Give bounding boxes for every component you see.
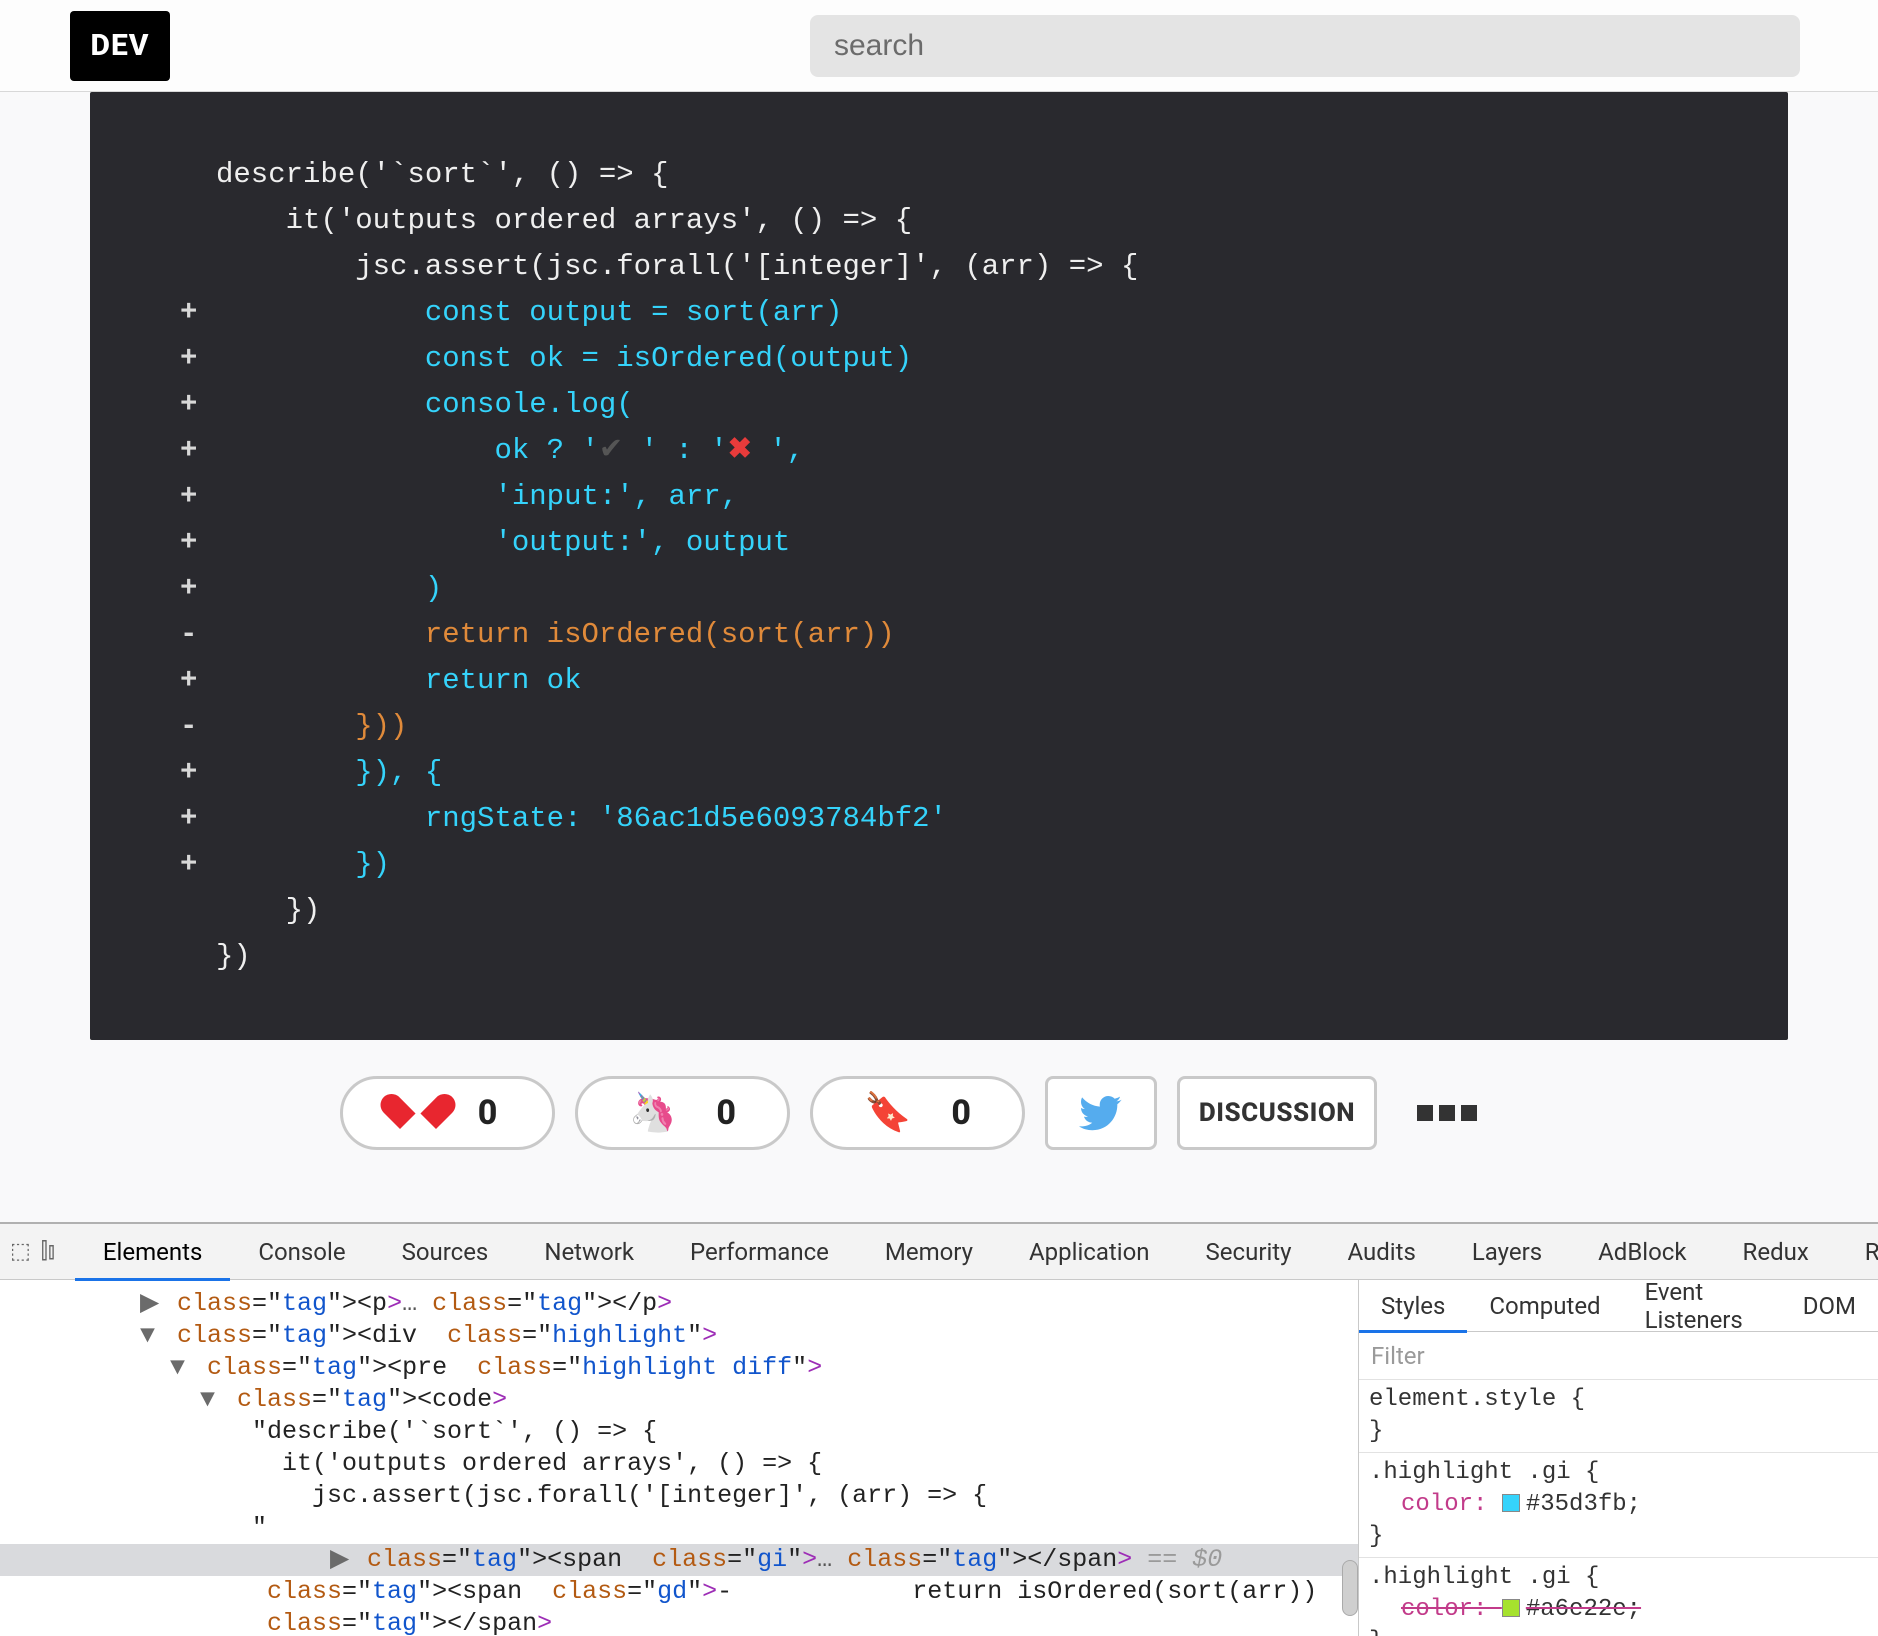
unicorn-count: 0 <box>716 1093 736 1133</box>
elements-node[interactable]: "describe('`sort`', () => { <box>140 1416 1358 1448</box>
search-input[interactable] <box>810 15 1800 77</box>
styles-subtab-computed[interactable]: Computed <box>1467 1280 1622 1332</box>
code-line: + return ok <box>180 658 1708 704</box>
code-line: + ok ? '✔ ' : '✖ ', <box>180 428 1708 474</box>
inspect-element-icon[interactable]: ⬚ <box>10 1239 31 1264</box>
bookmark-reaction-button[interactable]: 🔖 0 <box>810 1076 1025 1150</box>
devtools-tab-performance[interactable]: Performance <box>662 1224 857 1280</box>
devtools-tab-sources[interactable]: Sources <box>374 1224 517 1280</box>
code-line: }) <box>180 888 1708 934</box>
code-line: - })) <box>180 704 1708 750</box>
devtools-panel: ⬚ ⫿⫾ ElementsConsoleSourcesNetworkPerfor… <box>0 1222 1878 1636</box>
devtools-tab-console[interactable]: Console <box>230 1224 373 1280</box>
elements-node[interactable]: class="tag"><span class="gd">- return is… <box>140 1576 1358 1608</box>
code-line: + 'output:', output <box>180 520 1708 566</box>
more-menu-button[interactable] <box>1417 1105 1477 1121</box>
reaction-bar: 0 🦄 0 🔖 0 DISCUSSION <box>0 1058 1878 1168</box>
css-rule[interactable]: element.style {} <box>1359 1380 1878 1453</box>
elements-node[interactable]: class="tag"></span> <box>140 1608 1358 1636</box>
devtools-tab-layers[interactable]: Layers <box>1444 1224 1570 1280</box>
code-block: describe('`sort`', () => { it('outputs o… <box>90 92 1788 1040</box>
site-logo[interactable]: DEV <box>70 11 170 81</box>
unicorn-icon: 🦄 <box>629 1091 676 1135</box>
top-navbar: DEV <box>0 0 1878 92</box>
css-rule[interactable]: .highlight .gi {color: #a6e22e;} <box>1359 1558 1878 1636</box>
code-line: + ) <box>180 566 1708 612</box>
elements-node[interactable]: ▼ class="tag"><code> <box>140 1384 1358 1416</box>
code-line: + const ok = isOrdered(output) <box>180 336 1708 382</box>
css-rule[interactable]: .highlight .gi {color: #35d3fb;} <box>1359 1453 1878 1558</box>
code-line: jsc.assert(jsc.forall('[integer]', (arr)… <box>180 244 1708 290</box>
elements-tree[interactable]: ▶ class="tag"><p>… class="tag"></p>▼ cla… <box>0 1280 1358 1636</box>
styles-subtab-event-listeners[interactable]: Event Listeners <box>1623 1280 1781 1332</box>
devtools-tab-application[interactable]: Application <box>1001 1224 1178 1280</box>
twitter-share-button[interactable] <box>1045 1076 1157 1150</box>
code-line: + rngState: '86ac1d5e6093784bf2' <box>180 796 1708 842</box>
devtools-tab-adblock[interactable]: AdBlock <box>1570 1224 1714 1280</box>
devtools-tab-network[interactable]: Network <box>516 1224 662 1280</box>
device-toolbar-icon[interactable]: ⫿⫾ <box>41 1239 55 1264</box>
elements-selected-node[interactable]: ▶ class="tag"><span class="gi">… class="… <box>0 1544 1358 1576</box>
devtools-tab-security[interactable]: Security <box>1178 1224 1320 1280</box>
article-body: describe('`sort`', () => { it('outputs o… <box>0 92 1878 1168</box>
elements-node[interactable]: " <box>140 1512 1358 1544</box>
heart-icon <box>398 1095 438 1131</box>
code-line: }) <box>180 934 1708 980</box>
twitter-icon <box>1079 1091 1123 1135</box>
elements-node[interactable]: ▼ class="tag"><div class="highlight"> <box>140 1320 1358 1352</box>
devtools-tab-bar: ⬚ ⫿⫾ ElementsConsoleSourcesNetworkPerfor… <box>0 1224 1878 1280</box>
code-line: + }) <box>180 842 1708 888</box>
devtools-tab-redux[interactable]: Redux <box>1715 1224 1837 1280</box>
styles-filter-input[interactable]: Filter <box>1359 1332 1878 1380</box>
bookmark-count: 0 <box>951 1093 971 1133</box>
styles-pane: StylesComputedEvent ListenersDOM Filter … <box>1358 1280 1878 1636</box>
code-line: - return isOrdered(sort(arr)) <box>180 612 1708 658</box>
code-line: describe('`sort`', () => { <box>180 152 1708 198</box>
code-line: + const output = sort(arr) <box>180 290 1708 336</box>
elements-scrollbar-thumb[interactable] <box>1342 1560 1358 1616</box>
styles-subtab-styles[interactable]: Styles <box>1359 1280 1467 1332</box>
heart-reaction-button[interactable]: 0 <box>340 1076 555 1150</box>
devtools-tab-reac[interactable]: Reac <box>1837 1224 1878 1280</box>
styles-subtab-dom[interactable]: DOM <box>1781 1280 1878 1332</box>
devtools-tab-audits[interactable]: Audits <box>1320 1224 1444 1280</box>
code-line: it('outputs ordered arrays', () => { <box>180 198 1708 244</box>
unicorn-reaction-button[interactable]: 🦄 0 <box>575 1076 790 1150</box>
code-line: + 'input:', arr, <box>180 474 1708 520</box>
elements-node[interactable]: ▶ class="tag"><p>… class="tag"></p> <box>140 1288 1358 1320</box>
discussion-button[interactable]: DISCUSSION <box>1177 1076 1377 1150</box>
bookmark-icon: 🔖 <box>864 1091 911 1135</box>
elements-node[interactable]: ▼ class="tag"><pre class="highlight diff… <box>140 1352 1358 1384</box>
code-line: + }), { <box>180 750 1708 796</box>
devtools-tab-memory[interactable]: Memory <box>857 1224 1001 1280</box>
elements-node[interactable]: jsc.assert(jsc.forall('[integer]', (arr)… <box>140 1480 1358 1512</box>
heart-count: 0 <box>478 1093 498 1133</box>
code-line: + console.log( <box>180 382 1708 428</box>
elements-node[interactable]: it('outputs ordered arrays', () => { <box>140 1448 1358 1480</box>
devtools-tab-elements[interactable]: Elements <box>75 1224 230 1280</box>
